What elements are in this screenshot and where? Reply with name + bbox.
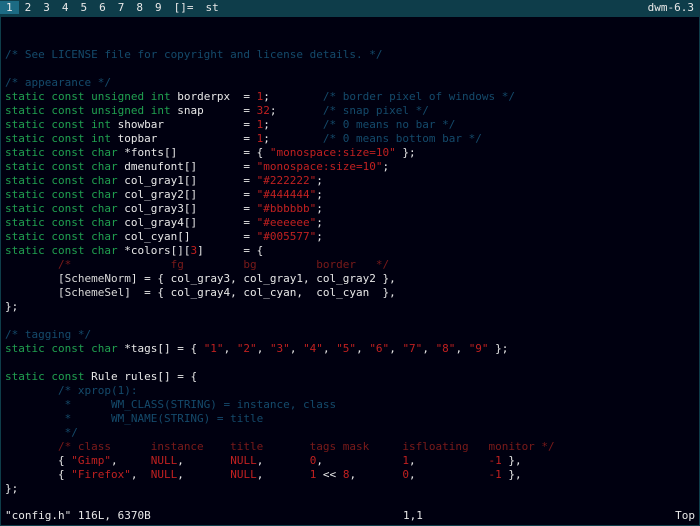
code-line: static const char col_gray1[] = "#222222… bbox=[5, 174, 695, 188]
window-title: st bbox=[200, 0, 642, 16]
code-line: /* fg bg border */ bbox=[5, 258, 695, 272]
code-line: static const int showbar = 1; /* 0 means… bbox=[5, 118, 695, 132]
tag-4[interactable]: 4 bbox=[56, 1, 75, 14]
tag-6[interactable]: 6 bbox=[93, 1, 112, 14]
code-line: static const char col_gray2[] = "#444444… bbox=[5, 188, 695, 202]
vim-status-pos: 1,1 bbox=[403, 509, 423, 523]
code-line bbox=[5, 496, 695, 510]
code-line: }; bbox=[5, 482, 695, 496]
code-line: static const char col_gray4[] = "#eeeeee… bbox=[5, 216, 695, 230]
code-line: * WM_NAME(STRING) = title bbox=[5, 412, 695, 426]
code-line: static const char dmenufont[] = "monospa… bbox=[5, 160, 695, 174]
code-line bbox=[5, 314, 695, 328]
code-line: static const unsigned int snap = 32; /* … bbox=[5, 104, 695, 118]
code-line: */ bbox=[5, 426, 695, 440]
code-line: /* tagging */ bbox=[5, 328, 695, 342]
code-line bbox=[5, 356, 695, 370]
code-line: static const char *fonts[] = { "monospac… bbox=[5, 146, 695, 160]
code-line: [SchemeNorm] = { col_gray3, col_gray1, c… bbox=[5, 272, 695, 286]
code-line: /* class instance title tags mask isfloa… bbox=[5, 440, 695, 454]
vim-status-pct: Top bbox=[675, 509, 695, 523]
vim-status-file: "config.h" 116L, 6370B bbox=[5, 509, 151, 523]
code-line: static const Rule rules[] = { bbox=[5, 370, 695, 384]
terminal[interactable]: /* See LICENSE file for copyright and li… bbox=[0, 16, 700, 526]
code-line: [SchemeSel] = { col_gray4, col_cyan, col… bbox=[5, 286, 695, 300]
tag-2[interactable]: 2 bbox=[19, 1, 38, 14]
code-line: * WM_CLASS(STRING) = instance, class bbox=[5, 398, 695, 412]
code-line: /* appearance */ bbox=[5, 76, 695, 90]
code-line: static const char *colors[][3] = { bbox=[5, 244, 695, 258]
dwm-bar: 123456789 []= st dwm-6.3 bbox=[0, 0, 700, 16]
code-line: }; bbox=[5, 300, 695, 314]
tag-1[interactable]: 1 bbox=[0, 1, 19, 14]
code-buffer: /* See LICENSE file for copyright and li… bbox=[5, 48, 695, 526]
code-line: static const char col_gray3[] = "#bbbbbb… bbox=[5, 202, 695, 216]
code-line: /* xprop(1): bbox=[5, 384, 695, 398]
code-line: static const unsigned int borderpx = 1; … bbox=[5, 90, 695, 104]
tag-7[interactable]: 7 bbox=[112, 1, 131, 14]
code-line: static const char *tags[] = { "1", "2", … bbox=[5, 342, 695, 356]
code-line: { "Gimp", NULL, NULL, 0, 1, -1 }, bbox=[5, 454, 695, 468]
layout-symbol[interactable]: []= bbox=[168, 0, 200, 16]
tag-3[interactable]: 3 bbox=[37, 1, 56, 14]
code-line: { "Firefox", NULL, NULL, 1 << 8, 0, -1 }… bbox=[5, 468, 695, 482]
tag-9[interactable]: 9 bbox=[149, 1, 168, 14]
code-line: static const char col_cyan[] = "#005577"… bbox=[5, 230, 695, 244]
code-line bbox=[5, 62, 695, 76]
code-line: static const int topbar = 1; /* 0 means … bbox=[5, 132, 695, 146]
vim-status-line: "config.h" 116L, 6370B 1,1 Top bbox=[5, 509, 695, 523]
code-line: /* See LICENSE file for copyright and li… bbox=[5, 48, 695, 62]
tag-8[interactable]: 8 bbox=[130, 1, 149, 14]
status-text: dwm-6.3 bbox=[642, 0, 700, 16]
tag-5[interactable]: 5 bbox=[75, 1, 94, 14]
